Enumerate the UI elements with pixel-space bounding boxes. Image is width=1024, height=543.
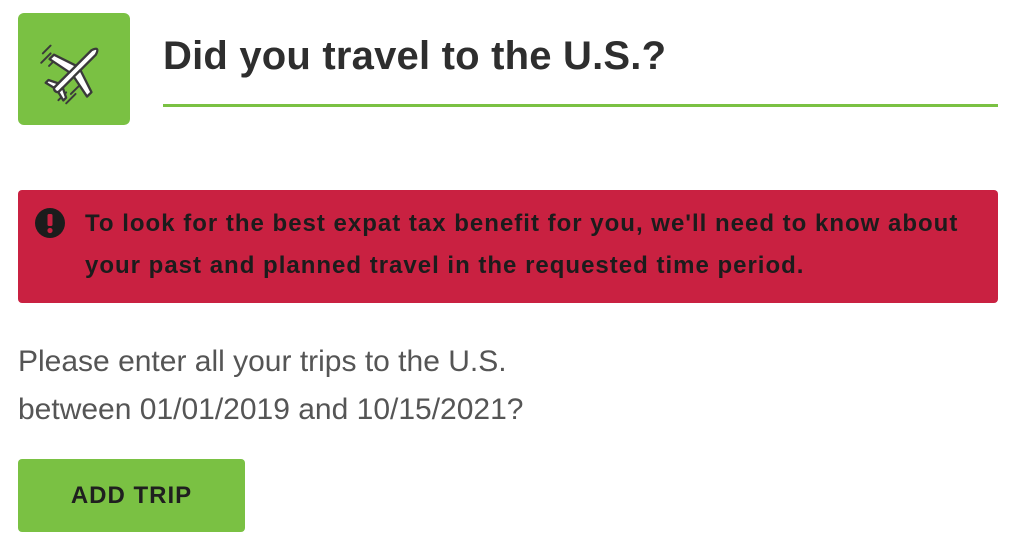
alert-message: To look for the best expat tax benefit f… <box>85 210 959 279</box>
travel-question-page: Did you travel to the U.S.? To look for … <box>0 0 1024 543</box>
exclamation-circle-icon <box>35 208 65 238</box>
airplane-icon <box>40 44 99 105</box>
page-title: Did you travel to the U.S.? <box>163 34 667 78</box>
instructions-line-1: Please enter all your trips to the U.S. <box>18 345 507 378</box>
add-trip-button[interactable]: ADD TRIP <box>18 459 245 532</box>
header-icon-tile <box>18 13 130 125</box>
info-alert-banner: To look for the best expat tax benefit f… <box>18 190 998 303</box>
title-divider <box>163 104 998 107</box>
instructions-text: Please enter all your trips to the U.S. … <box>18 338 523 434</box>
instructions-line-2: between 01/01/2019 and 10/15/2021? <box>18 393 524 426</box>
